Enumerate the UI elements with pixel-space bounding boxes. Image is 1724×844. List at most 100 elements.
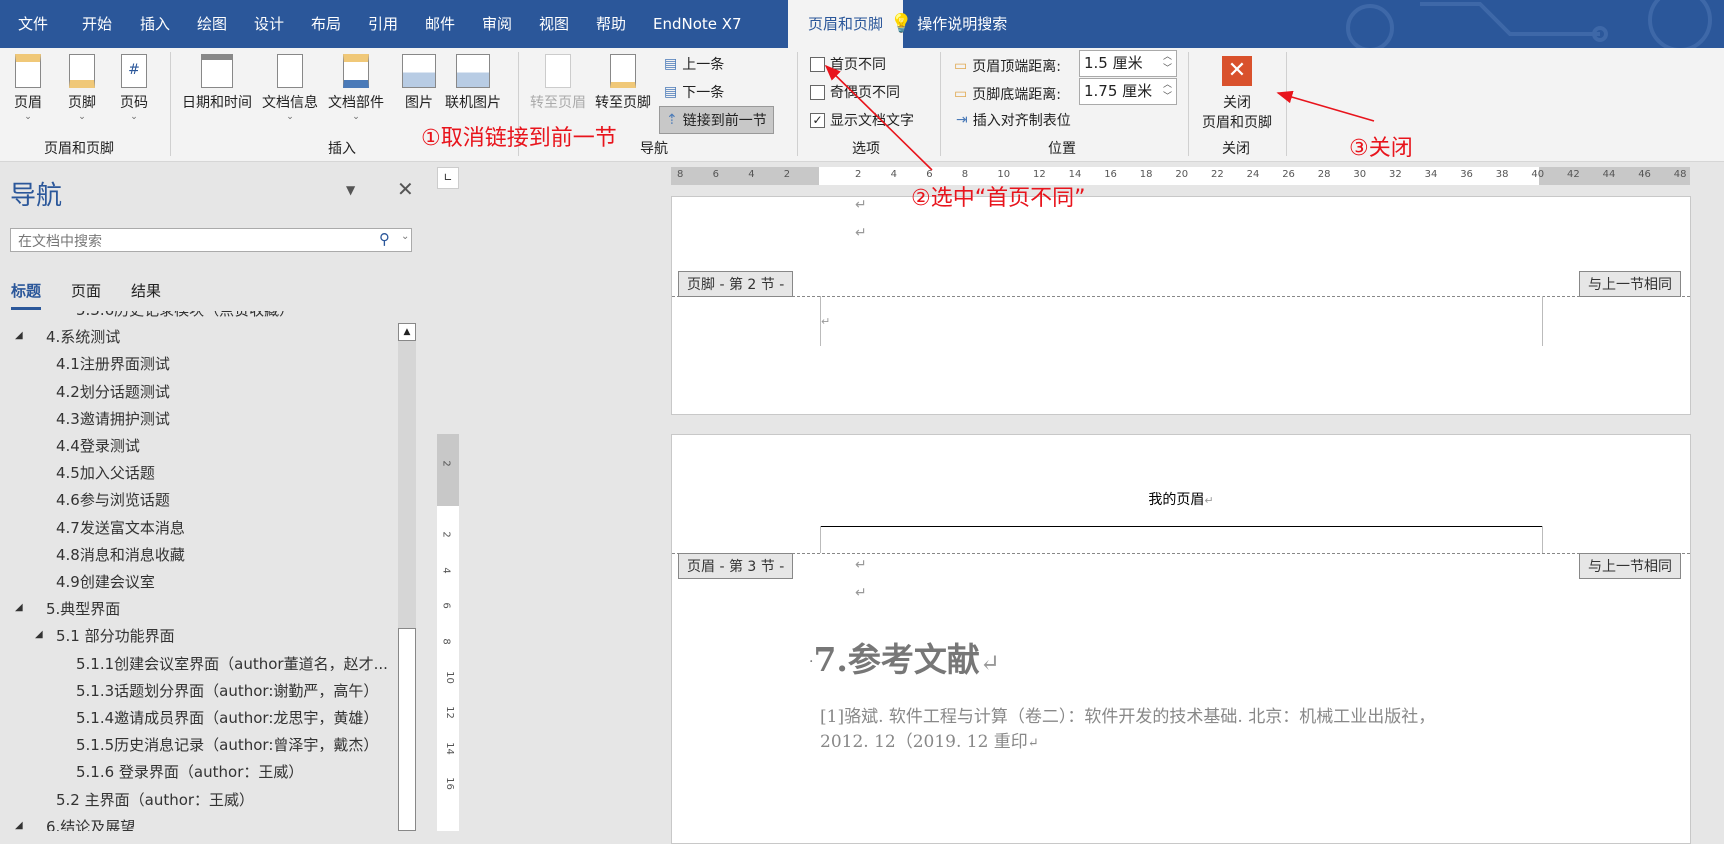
scrollbar-thumb[interactable] xyxy=(398,628,416,831)
document-info-button[interactable]: 文档信息 ⌄ xyxy=(262,54,318,122)
tab-selector-icon[interactable]: ∟ xyxy=(437,167,459,189)
header-area[interactable]: 我的页眉↵ xyxy=(820,489,1542,509)
checkbox-unchecked[interactable] xyxy=(810,84,825,100)
nav-heading-item[interactable]: 5.1.6 登录界面（author：王威） xyxy=(76,761,303,782)
nav-heading-item[interactable]: 4.3邀请拥护测试 xyxy=(56,408,170,429)
heading-references[interactable]: ·7.参考文献↵ xyxy=(809,633,1000,681)
nav-heading-item[interactable]: 5.1.1创建会议室界面（author董道名，赵才... xyxy=(76,653,388,674)
heading-text: 7.参考文献 xyxy=(813,640,980,679)
tab-review[interactable]: 审阅 xyxy=(482,0,512,48)
insert-alignment-tab-button[interactable]: ⇥ 插入对齐制表位 xyxy=(956,110,1071,130)
nav-heading-item[interactable]: 4.1注册界面测试 xyxy=(56,353,170,374)
previous-button[interactable]: ▤ 上一条 xyxy=(664,54,724,74)
nav-heading-item[interactable]: 6.结论及展望 xyxy=(46,816,135,831)
nav-options-dropdown-icon[interactable]: ▼ xyxy=(346,183,355,197)
reference-line-2[interactable]: 2012. 12（2019. 12 重印↵ xyxy=(820,727,1039,752)
tab-references[interactable]: 引用 xyxy=(368,0,398,48)
expand-triangle-icon[interactable]: ◢ xyxy=(15,330,23,341)
goto-footer-icon xyxy=(610,54,636,88)
close-icon[interactable]: ✕ xyxy=(397,177,414,201)
checkbox-unchecked[interactable] xyxy=(810,56,825,72)
nav-search-input[interactable]: 在文档中搜索 ⚲ ⌄ xyxy=(10,228,412,252)
header-button[interactable]: 页眉 ⌄ xyxy=(14,54,42,122)
tab-draw[interactable]: 绘图 xyxy=(197,0,227,48)
vruler-tick-label: 2 xyxy=(440,460,452,467)
ruler-ticks: 8 6 4 2 2 4 6 8 10 12 14 16 18 20 22 24 26 28 30 32 34 36 38 40… xyxy=(671,169,1690,183)
next-button[interactable]: ▤ 下一条 xyxy=(664,82,724,102)
quick-parts-button[interactable]: 文档部件 ⌄ xyxy=(328,54,384,122)
tab-view[interactable]: 视图 xyxy=(539,0,569,48)
close-header-footer-button[interactable]: ✕ 关闭 页眉和页脚 xyxy=(1196,56,1278,132)
vertical-ruler[interactable]: 2 2 4 6 8 10 12 14 16 xyxy=(437,434,459,831)
scroll-up-arrow-icon[interactable]: ▲ xyxy=(398,323,416,341)
chevron-down-icon[interactable]: ⌄ xyxy=(401,231,409,242)
paragraph-mark: ↵ xyxy=(855,557,867,573)
goto-footer-button[interactable]: 转至页脚 xyxy=(595,54,651,112)
nav-heading-item[interactable]: 4.系统测试 xyxy=(46,326,120,347)
expand-triangle-icon[interactable]: ◢ xyxy=(15,602,23,613)
header-top-distance-input[interactable]: 1.5 厘米 ︿ ﹀ xyxy=(1079,50,1177,77)
different-first-page-checkbox[interactable]: 首页不同 xyxy=(810,54,886,74)
tab-endnote[interactable]: EndNote X7 xyxy=(653,0,742,48)
page-section-2[interactable]: ↵ ↵ 页脚 - 第 2 节 - 与上一节相同 ↵ xyxy=(671,196,1691,415)
tab-header-footer[interactable]: 页眉和页脚 xyxy=(788,0,904,48)
horizontal-ruler[interactable]: 8 6 4 2 2 4 6 8 10 12 14 16 18 20 22 24 26 28 30 32 34 36 38 40… xyxy=(671,167,1690,185)
footer-label: 页脚 xyxy=(68,95,96,111)
expand-triangle-icon[interactable]: ◢ xyxy=(15,820,23,831)
nav-tab-pages[interactable]: 页面 xyxy=(71,280,101,301)
tab-design[interactable]: 设计 xyxy=(254,0,284,48)
reference-line-1[interactable]: [1]骆斌. 软件工程与计算（卷二）：软件开发的技术基础. 北京：机械工业出版社… xyxy=(820,702,1435,727)
tab-insert[interactable]: 插入 xyxy=(140,0,170,48)
search-icon[interactable]: ⚲ xyxy=(379,230,390,248)
ruler-tick-label: 24 xyxy=(1246,169,1260,180)
nav-tab-results[interactable]: 结果 xyxy=(131,280,161,301)
expand-triangle-icon[interactable]: ◢ xyxy=(35,629,43,640)
footer-button[interactable]: 页脚 ⌄ xyxy=(68,54,96,122)
divider xyxy=(1286,52,1287,156)
goto-header-label: 转至页眉 xyxy=(530,95,586,111)
nav-heading-item[interactable]: 5.1.3话题划分界面（author:谢勤严，高午） xyxy=(76,680,378,701)
ruler-tick-label: 8 xyxy=(677,169,684,180)
nav-heading-item[interactable]: 4.4登录测试 xyxy=(56,435,140,456)
goto-footer-label: 转至页脚 xyxy=(595,95,651,111)
next-section-icon: ▤ xyxy=(664,84,678,100)
nav-heading-item[interactable]: 5.1.4邀请成员界面（author:龙思宇，黄雄） xyxy=(76,707,378,728)
nav-tab-headings[interactable]: 标题 xyxy=(11,280,42,310)
spin-arrows-icon[interactable]: ︿ ﹀ xyxy=(1163,79,1172,103)
goto-header-button[interactable]: 转至页眉 xyxy=(530,54,586,112)
nav-heading-item[interactable]: 4.7发送富文本消息 xyxy=(56,517,185,538)
nav-heading-item[interactable]: 5.1 部分功能界面 xyxy=(56,625,175,646)
tab-help[interactable]: 帮助 xyxy=(596,0,626,48)
tab-file[interactable]: 文件 xyxy=(18,0,48,48)
nav-heading-item[interactable]: 4.2划分话题测试 xyxy=(56,381,170,402)
show-document-text-label: 显示文档文字 xyxy=(830,113,914,129)
nav-heading-item[interactable]: 5.典型界面 xyxy=(46,598,120,619)
tab-mailings[interactable]: 邮件 xyxy=(425,0,455,48)
nav-heading-item[interactable]: 4.6参与浏览话题 xyxy=(56,489,170,510)
nav-heading-item[interactable]: 5.2 主界面（author：王威） xyxy=(56,789,254,810)
vruler-tick-label: 4 xyxy=(440,567,452,574)
footer-area[interactable] xyxy=(820,296,1542,346)
page-section-3[interactable]: 我的页眉↵ 页眉 - 第 3 节 - 与上一节相同 ↵ ↵ ·7.参考文献↵ [… xyxy=(671,434,1691,844)
nav-scrollbar[interactable]: ▲ xyxy=(398,323,416,831)
page-number-icon: # xyxy=(121,54,147,88)
picture-button[interactable]: 图片 xyxy=(402,54,436,112)
tab-layout[interactable]: 布局 xyxy=(311,0,341,48)
online-picture-button[interactable]: 联机图片 xyxy=(445,54,501,112)
date-time-button[interactable]: 日期和时间 xyxy=(182,54,252,112)
footer-bottom-distance-input[interactable]: 1.75 厘米 ︿ ﹀ xyxy=(1079,78,1177,105)
tell-me-search[interactable]: 💡 操作说明搜索 xyxy=(890,0,1007,48)
tab-home[interactable]: 开始 xyxy=(82,0,112,48)
header-text[interactable]: 我的页眉 xyxy=(1148,492,1204,508)
page-number-button[interactable]: # 页码 ⌄ xyxy=(120,54,148,122)
different-odd-even-checkbox[interactable]: 奇偶页不同 xyxy=(810,82,900,102)
nav-heading-item[interactable]: 5.1.5历史消息记录（author:曾泽宇，戴杰） xyxy=(76,734,378,755)
checkmark-icon[interactable]: ✓ xyxy=(810,112,825,128)
nav-heading-item[interactable]: 4.8消息和消息收藏 xyxy=(56,544,185,565)
spin-arrows-icon[interactable]: ︿ ﹀ xyxy=(1163,51,1172,75)
nav-heading-item[interactable]: 4.5加入父话题 xyxy=(56,462,155,483)
nav-heading-item[interactable]: 4.9创建会议室 xyxy=(56,571,155,592)
nav-heading-item[interactable]: 5.3.6历史记录模块（点赞收藏） xyxy=(76,311,294,320)
show-document-text-checkbox[interactable]: ✓ 显示文档文字 xyxy=(810,110,914,130)
link-to-previous-button[interactable]: ⇡ 链接到前一节 xyxy=(659,106,774,134)
